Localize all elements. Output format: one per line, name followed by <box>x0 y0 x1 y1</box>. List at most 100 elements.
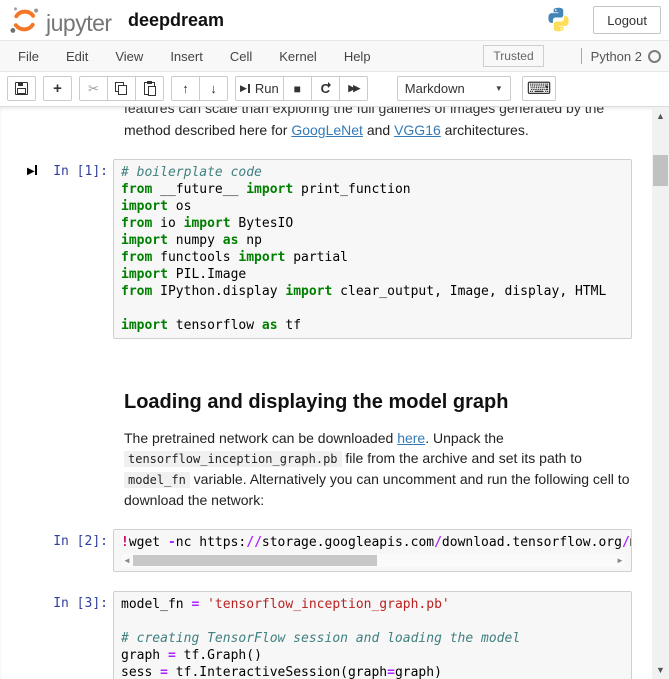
markdown-paragraph: The pretrained network can be downloaded… <box>124 428 636 510</box>
menu-item-insert[interactable]: Insert <box>170 49 203 64</box>
cell-gutter: In [3]: <box>0 591 113 679</box>
text-span: architectures. <box>441 122 529 138</box>
text-span: and <box>363 122 394 138</box>
code-token: numpy <box>168 233 223 248</box>
command-palette-button[interactable]: ⌨ <box>522 76 557 101</box>
menu-bar: File Edit View Insert Cell Kernel Help T… <box>0 40 669 72</box>
menu-item-help[interactable]: Help <box>344 49 371 64</box>
notebook-title[interactable]: deepdream <box>128 10 224 31</box>
menu-item-edit[interactable]: Edit <box>66 49 88 64</box>
code-cell: ▶In [1]:# boilerplate codefrom __future_… <box>0 159 652 339</box>
code-token: PIL.Image <box>168 267 246 282</box>
code-line: model_fn = 'tensorflow_inception_graph.p… <box>121 596 631 613</box>
code-token: graph) <box>395 665 442 679</box>
code-token: as <box>223 233 239 248</box>
markdown-text-line: method described here for GoogLeNet and … <box>124 121 652 140</box>
code-input[interactable]: !wget -nc https://storage.googleapis.com… <box>113 529 632 572</box>
save-button[interactable] <box>7 76 36 101</box>
cut-cell-button[interactable]: ✂ <box>79 76 108 101</box>
code-line: !wget -nc https://storage.googleapis.com… <box>121 534 631 551</box>
menu-item-view[interactable]: View <box>115 49 143 64</box>
fast-forward-icon: ▶▶ <box>348 84 358 93</box>
markdown-heading: Loading and displaying the model graph <box>124 391 652 414</box>
cell-type-dropdown[interactable]: Markdown ▼ <box>397 76 511 101</box>
cell-list: features can scale than exploring the fu… <box>0 107 652 679</box>
menu-item-cell[interactable]: Cell <box>230 49 252 64</box>
move-cell-down-button[interactable]: ↓ <box>199 76 228 101</box>
code-token: import <box>184 216 231 231</box>
code-token: wget <box>129 535 168 550</box>
header: jupyter deepdream Logout <box>0 0 669 40</box>
inline-link[interactable]: here <box>397 430 425 446</box>
code-token: nc https: <box>176 535 246 550</box>
horizontal-scrollbar-thumb[interactable] <box>133 555 377 566</box>
code-token: from <box>121 182 152 197</box>
vertical-scrollbar-thumb[interactable] <box>653 155 668 186</box>
code-line: import os <box>121 198 631 215</box>
menu-item-kernel[interactable]: Kernel <box>279 49 317 64</box>
code-token: import <box>285 284 332 299</box>
copy-cell-button[interactable] <box>107 76 136 101</box>
code-token: BytesIO <box>231 216 294 231</box>
paste-cell-button[interactable] <box>135 76 164 101</box>
jupyter-logo-text: jupyter <box>46 10 112 37</box>
text-span: method described here for <box>124 122 291 138</box>
horizontal-scrollbar[interactable]: ◄► <box>122 554 625 567</box>
code-token <box>199 597 207 612</box>
code-line: from __future__ import print_function <box>121 181 631 198</box>
inline-link[interactable]: VGG16 <box>394 122 441 138</box>
code-line: graph = tf.Graph() <box>121 647 631 664</box>
jupyter-logo[interactable]: jupyter <box>9 5 112 41</box>
scroll-left-icon[interactable]: ◄ <box>122 554 132 567</box>
code-token: model_fn <box>121 597 191 612</box>
code-line <box>121 613 631 630</box>
code-token: import <box>238 250 285 265</box>
code-input[interactable]: # boilerplate codefrom __future__ import… <box>113 159 632 339</box>
restart-run-all-button[interactable]: ▶▶ <box>339 76 368 101</box>
code-token: download.tensorflow.org <box>442 535 622 550</box>
scroll-down-icon[interactable]: ▼ <box>652 662 669 677</box>
code-token: from <box>121 216 152 231</box>
code-line: import numpy as np <box>121 232 631 249</box>
code-token: import <box>121 199 168 214</box>
text-span: features can scale than exploring the fu… <box>124 107 652 116</box>
trusted-badge: Trusted <box>483 45 543 67</box>
code-line: # boilerplate code <box>121 164 631 181</box>
run-cell-button[interactable]: ▶ Run <box>235 76 284 101</box>
code-input[interactable]: model_fn = 'tensorflow_inception_graph.p… <box>113 591 632 679</box>
move-cell-up-button[interactable]: ↑ <box>171 76 200 101</box>
inline-link[interactable]: GoogLeNet <box>291 122 363 138</box>
kernel-name: Python 2 <box>591 49 642 64</box>
text-span: The pretrained network can be downloaded <box>124 430 397 446</box>
code-token: tf.InteractiveSession(graph <box>168 665 387 679</box>
code-token: io <box>152 216 183 231</box>
code-token: as <box>262 318 278 333</box>
stop-icon: ■ <box>294 83 301 95</box>
run-marker-bar <box>35 165 37 175</box>
code-line: import PIL.Image <box>121 266 631 283</box>
vertical-scrollbar[interactable]: ▲ ▼ <box>652 107 669 679</box>
add-cell-button[interactable]: + <box>43 76 72 101</box>
code-token: graph <box>121 648 168 663</box>
run-marker-icon: ▶ <box>27 165 37 177</box>
code-token: import <box>121 233 168 248</box>
restart-kernel-button[interactable]: C <box>311 76 340 101</box>
code-token: from <box>121 250 152 265</box>
menu-item-file[interactable]: File <box>18 49 39 64</box>
logout-button[interactable]: Logout <box>593 6 661 34</box>
code-token: tf <box>278 318 301 333</box>
keyboard-icon: ⌨ <box>527 80 552 97</box>
code-token: __future__ <box>152 182 246 197</box>
code-token: storage.googleapis.com <box>262 535 434 550</box>
code-line: import tensorflow as tf <box>121 317 631 334</box>
code-cell: In [3]: model_fn = 'tensorflow_inception_… <box>0 591 652 679</box>
scroll-right-icon[interactable]: ► <box>615 554 625 567</box>
menubar-divider <box>581 48 582 64</box>
scroll-up-icon[interactable]: ▲ <box>652 108 669 123</box>
input-prompt: In [2]: <box>0 534 113 549</box>
code-token: # creating TensorFlow session and loadin… <box>121 631 520 646</box>
scissors-icon: ✂ <box>88 82 99 95</box>
arrow-up-icon: ↑ <box>182 82 189 95</box>
interrupt-kernel-button[interactable]: ■ <box>283 76 312 101</box>
code-line: from functools import partial <box>121 249 631 266</box>
